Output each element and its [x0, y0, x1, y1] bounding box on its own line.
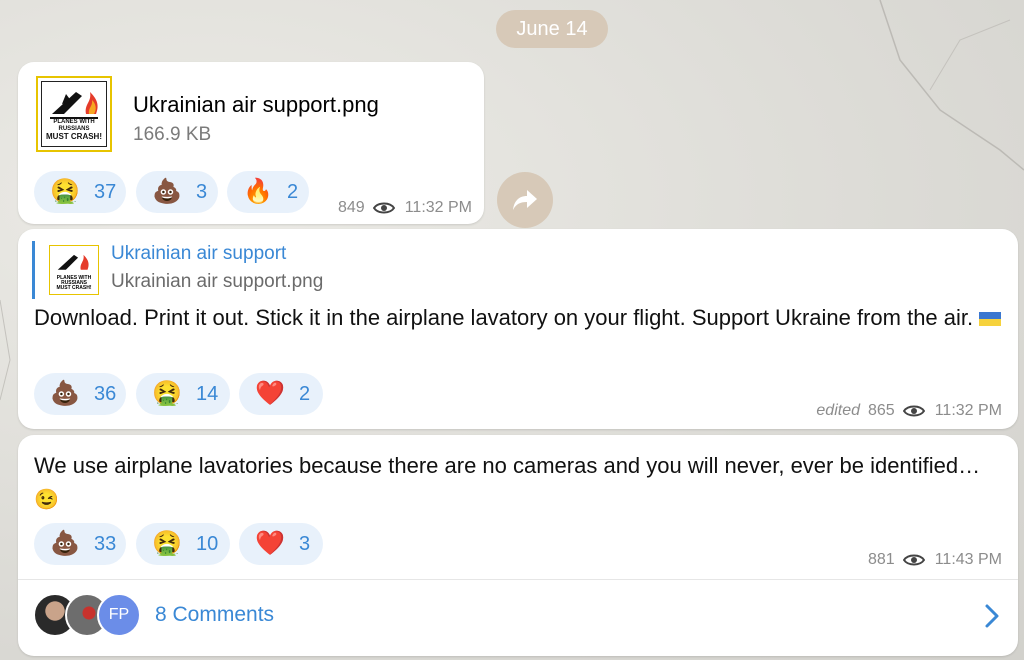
file-message-bubble[interactable]: PLANES WITH RUSSIANS MUST CRASH! Ukraini… — [18, 62, 484, 224]
file-size: 166.9 KB — [133, 124, 212, 145]
ukraine-flag-icon — [979, 312, 1002, 327]
poop-icon: 💩 — [50, 380, 80, 407]
message-meta: 881 11:43 PM — [868, 551, 1002, 569]
reaction-vomit[interactable]: 🤮 37 — [34, 171, 126, 213]
reaction-vomit[interactable]: 🤮 14 — [136, 373, 230, 415]
reaction-count: 14 — [196, 382, 219, 405]
message-time: 11:43 PM — [934, 551, 1002, 568]
vomit-face-icon: 🤮 — [152, 380, 182, 407]
fire-icon: 🔥 — [243, 178, 273, 205]
reaction-vomit[interactable]: 🤮 10 — [136, 523, 230, 565]
eye-icon — [902, 405, 925, 417]
view-count: 849 — [338, 199, 365, 216]
reply-title: Ukrainian air support — [111, 243, 287, 264]
text-message-bubble[interactable]: PLANES WITH RUSSIANS MUST CRASH! Ukraini… — [18, 229, 1018, 429]
reaction-heart[interactable]: ❤️ 2 — [239, 373, 323, 415]
message-text: We use airplane lavatories because there… — [34, 453, 981, 511]
reaction-poop[interactable]: 💩 36 — [34, 373, 126, 415]
heart-icon: ❤️ — [255, 380, 285, 407]
chevron-right-icon[interactable] — [984, 603, 1000, 629]
reply-thumbnail: PLANES WITH RUSSIANS MUST CRASH! — [49, 245, 99, 295]
reaction-poop[interactable]: 💩 33 — [34, 523, 126, 565]
text-message-bubble[interactable]: We use airplane lavatories because there… — [18, 435, 1018, 656]
reaction-count: 37 — [94, 180, 117, 203]
reaction-poop[interactable]: 💩 3 — [136, 171, 218, 213]
wink-emoji-icon: 😉 — [34, 489, 59, 511]
message-meta: edited 865 11:32 PM — [816, 402, 1002, 420]
date-separator: June 14 — [496, 10, 608, 48]
message-text: Download. Print it out. Stick it in the … — [34, 301, 1004, 334]
eye-icon — [902, 554, 925, 566]
commenter-avatars[interactable]: FP — [33, 590, 153, 640]
avatar-initials: FP — [108, 606, 130, 623]
view-count: 881 — [868, 551, 895, 568]
reaction-fire[interactable]: 🔥 2 — [227, 171, 309, 213]
heart-icon: ❤️ — [255, 530, 285, 557]
reaction-count: 33 — [94, 532, 117, 555]
crashing-plane-icon — [50, 92, 98, 119]
file-name[interactable]: Ukrainian air support.png — [133, 92, 379, 118]
reaction-count: 10 — [196, 532, 219, 555]
divider — [18, 579, 1018, 580]
reaction-count: 2 — [299, 382, 311, 405]
vomit-face-icon: 🤮 — [50, 178, 80, 205]
reaction-count: 2 — [287, 180, 299, 203]
share-button[interactable] — [497, 172, 553, 228]
reply-thumbnail-caption: PLANES WITH RUSSIANS MUST CRASH! — [56, 275, 92, 291]
message-time: 11:32 PM — [934, 402, 1002, 419]
view-count: 865 — [868, 402, 895, 419]
reaction-count: 3 — [196, 180, 208, 203]
reaction-heart[interactable]: ❤️ 3 — [239, 523, 323, 565]
reply-preview[interactable]: PLANES WITH RUSSIANS MUST CRASH! Ukraini… — [32, 241, 455, 299]
message-meta: 849 11:32 PM — [338, 199, 472, 217]
vomit-face-icon: 🤮 — [152, 530, 182, 557]
comments-link[interactable]: 8 Comments — [155, 603, 274, 627]
eye-icon — [372, 202, 395, 214]
poop-icon: 💩 — [152, 178, 182, 205]
file-thumbnail[interactable]: PLANES WITH RUSSIANS MUST CRASH! — [36, 76, 112, 152]
edited-label: edited — [816, 402, 860, 419]
message-time: 11:32 PM — [404, 199, 472, 216]
reply-subtitle: Ukrainian air support.png — [111, 271, 324, 292]
poop-icon: 💩 — [50, 530, 80, 557]
reaction-count: 36 — [94, 382, 117, 405]
crashing-plane-icon — [57, 254, 89, 270]
thumbnail-caption: PLANES WITH RUSSIANS MUST CRASH! — [46, 119, 102, 141]
avatar: FP — [97, 593, 141, 637]
share-arrow-icon — [513, 190, 537, 210]
reaction-count: 3 — [299, 532, 311, 555]
